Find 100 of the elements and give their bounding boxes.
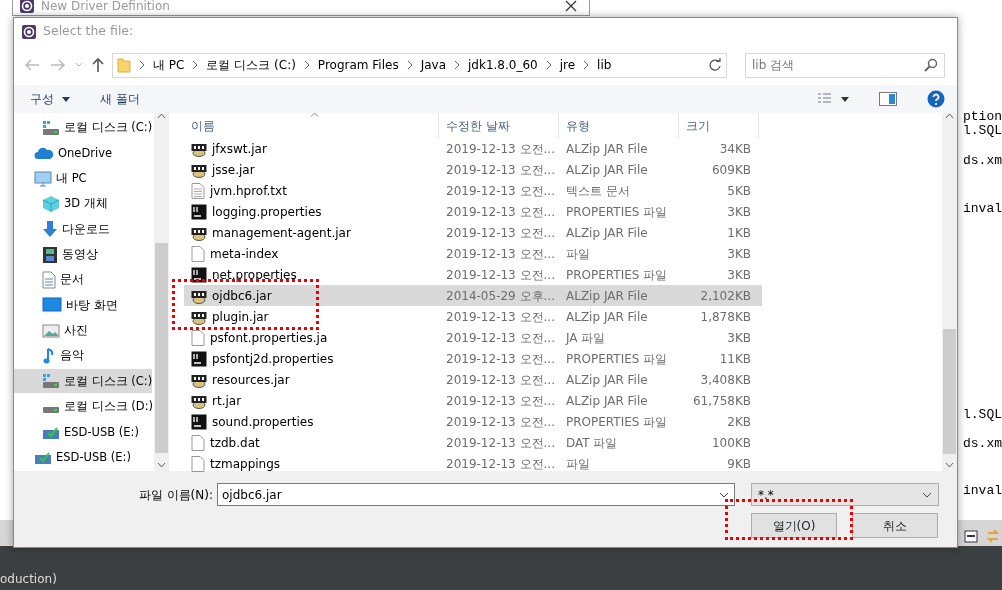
address-bar[interactable]: 내 PC 로컬 디스크 (C:) Program Files Java jdk1.8.0_60 jre lib [112, 52, 727, 78]
file-name-field[interactable]: ojdbc6.jar [217, 483, 735, 506]
new-folder-button[interactable]: 새 폴더 [100, 90, 140, 108]
code-line: ds.xm [963, 435, 1002, 453]
file-name: rt.jar [212, 392, 242, 410]
file-row[interactable]: rt.jar 2019-12-13 오전... ALZip JAR File 61,758KB [184, 390, 762, 411]
file-date: 2019-12-13 오전... [445, 140, 556, 158]
file-date: 2019-12-13 오전... [445, 266, 556, 284]
file-name: meta-index [210, 245, 279, 263]
file-row[interactable]: psfontj2d.properties 2019-12-13 오전... PROPERTIES 파일 11KB [184, 348, 762, 369]
file-date: 2019-12-13 오전... [445, 371, 556, 389]
sidebar-item[interactable]: 내 PC [14, 166, 87, 191]
breadcrumb-item[interactable]: Java [420, 56, 446, 74]
file-name: jvm.hprof.txt [210, 182, 287, 200]
code-line: inval [963, 200, 1002, 218]
breadcrumb-item[interactable]: 로컬 디스크 (C:) [206, 56, 296, 74]
file-size: 609KB [711, 161, 752, 179]
file-row[interactable]: ojdbc6.jar 2014-05-29 오후... ALZip JAR File 2,102KB [184, 285, 762, 306]
sidebar-item[interactable]: 문서 [14, 268, 84, 293]
file-row[interactable]: psfont.properties.ja 2019-12-13 오전... JA 파일 3KB [184, 327, 762, 348]
file-name: management-agent.jar [212, 224, 351, 242]
file-date: 2019-12-13 오전... [445, 203, 556, 221]
sidebar-item[interactable]: OneDrive [14, 141, 113, 166]
breadcrumb-item[interactable]: jre [559, 56, 576, 74]
breadcrumb-item[interactable]: jdk1.8.0_60 [468, 56, 538, 74]
file-row[interactable]: jfxswt.jar 2019-12-13 오전... ALZip JAR File 34KB [184, 138, 762, 159]
file-date: 2019-12-13 오전... [445, 413, 556, 431]
organize-menu[interactable]: 구성 [30, 90, 70, 108]
search-field[interactable]: lib 검색 [745, 52, 945, 78]
file-date: 2019-12-13 오전... [445, 350, 556, 368]
code-line: ds.xm [963, 152, 1002, 170]
file-date: 2019-12-13 오전... [445, 434, 556, 452]
file-size: 9KB [726, 455, 752, 473]
sidebar-item[interactable]: 다운로드 [14, 217, 110, 242]
sidebar-item[interactable]: 로컬 디스크 (C:) [14, 116, 153, 140]
file-name: tzmappings [210, 455, 281, 473]
filter-dropdown[interactable]: *.* [751, 483, 939, 506]
sidebar-item[interactable]: 바탕 화면 [14, 293, 118, 318]
breadcrumb-item[interactable]: Program Files [317, 56, 399, 74]
file-size: 3KB [726, 329, 752, 347]
file-size: 2,102KB [699, 287, 752, 305]
file-row[interactable]: jvm.hprof.txt 2019-12-13 오전... 텍스트 문서 5KB [184, 180, 762, 201]
file-row[interactable]: tzdb.dat 2019-12-13 오전... DAT 파일 100KB [184, 432, 762, 453]
file-row[interactable]: tzmappings 2019-12-13 오전... 파일 9KB [184, 453, 762, 474]
file-name: net.properties [212, 266, 297, 284]
sidebar-item[interactable]: ESD-USB (E:) [14, 445, 131, 470]
file-size: 34KB [718, 140, 752, 158]
open-button[interactable]: 열기(O) [751, 513, 837, 538]
file-type: ALZip JAR File [565, 161, 649, 179]
column-header[interactable]: 수정한 날짜 [439, 113, 559, 138]
file-type: ALZip JAR File [565, 224, 649, 242]
code-line: ption [963, 108, 1002, 125]
sidebar-item[interactable]: 동영상 [14, 242, 98, 267]
file-name: tzdb.dat [210, 434, 260, 452]
breadcrumb-item[interactable]: 내 PC [153, 56, 185, 74]
window-title: New Driver Definition [41, 0, 170, 15]
file-row[interactable]: meta-index 2019-12-13 오전... 파일 3KB [184, 243, 762, 264]
file-name: psfontj2d.properties [212, 350, 334, 368]
file-row[interactable]: resources.jar 2019-12-13 오전... ALZip JAR File 3,408KB [184, 369, 762, 390]
column-header[interactable]: 유형 [559, 113, 679, 138]
sidebar-item[interactable]: 음악 [14, 344, 84, 369]
file-row[interactable]: logging.properties 2019-12-13 오전... PROPERTIES 파일 3KB [184, 201, 762, 222]
file-date: 2019-12-13 오전... [445, 308, 556, 326]
file-row[interactable]: net.properties 2019-12-13 오전... PROPERTIES 파일 3KB [184, 264, 762, 285]
file-size: 3,408KB [699, 371, 752, 389]
file-date: 2019-12-13 오전... [445, 329, 556, 347]
file-row[interactable]: jsse.jar 2019-12-13 오전... ALZip JAR File 609KB [184, 159, 762, 180]
file-type: JA 파일 [564, 329, 607, 347]
file-size: 11KB [718, 350, 752, 368]
file-name: jfxswt.jar [212, 140, 267, 158]
file-size: 3KB [726, 203, 752, 221]
code-line: l.SQL [963, 406, 1002, 424]
sidebar-item[interactable]: 로컬 디스크 (C:) [14, 369, 153, 394]
sidebar-item[interactable]: 로컬 디스크 (D:) [14, 394, 153, 419]
dialog-title: Select the file: [43, 22, 134, 41]
file-type: ALZip JAR File [565, 308, 649, 326]
file-type: PROPERTIES 파일 [565, 413, 669, 431]
code-line: l.SQL [963, 123, 1002, 140]
file-date: 2019-12-13 오전... [445, 182, 556, 200]
sidebar-item[interactable]: 사진 [14, 318, 88, 343]
field-label: 파일 이름(N): [138, 486, 213, 504]
file-size: 3KB [726, 266, 752, 284]
sidebar-item[interactable]: ESD-USB (E:) [14, 420, 139, 445]
file-type: PROPERTIES 파일 [565, 350, 669, 368]
breadcrumb-item[interactable]: lib [597, 56, 612, 74]
file-type: PROPERTIES 파일 [565, 203, 669, 221]
cancel-button[interactable]: 취소 [852, 513, 938, 538]
file-name: sound.properties [212, 413, 314, 431]
file-name: jsse.jar [212, 161, 255, 179]
file-name: logging.properties [212, 203, 322, 221]
file-type: 텍스트 문서 [565, 182, 631, 200]
file-type: 파일 [565, 455, 591, 473]
file-type: PROPERTIES 파일 [565, 266, 669, 284]
column-header[interactable]: 이름 [184, 113, 439, 138]
sidebar-item[interactable]: 3D 개체 [14, 192, 108, 217]
file-size: 5KB [726, 182, 752, 200]
file-row[interactable]: management-agent.jar 2019-12-13 오전... ALZip JAR File 1KB [184, 222, 762, 243]
file-row[interactable]: sound.properties 2019-12-13 오전... PROPERTIES 파일 2KB [184, 411, 762, 432]
file-row[interactable]: plugin.jar 2019-12-13 오전... ALZip JAR File 1,878KB [184, 306, 762, 327]
column-header[interactable]: 크기 [679, 113, 759, 138]
